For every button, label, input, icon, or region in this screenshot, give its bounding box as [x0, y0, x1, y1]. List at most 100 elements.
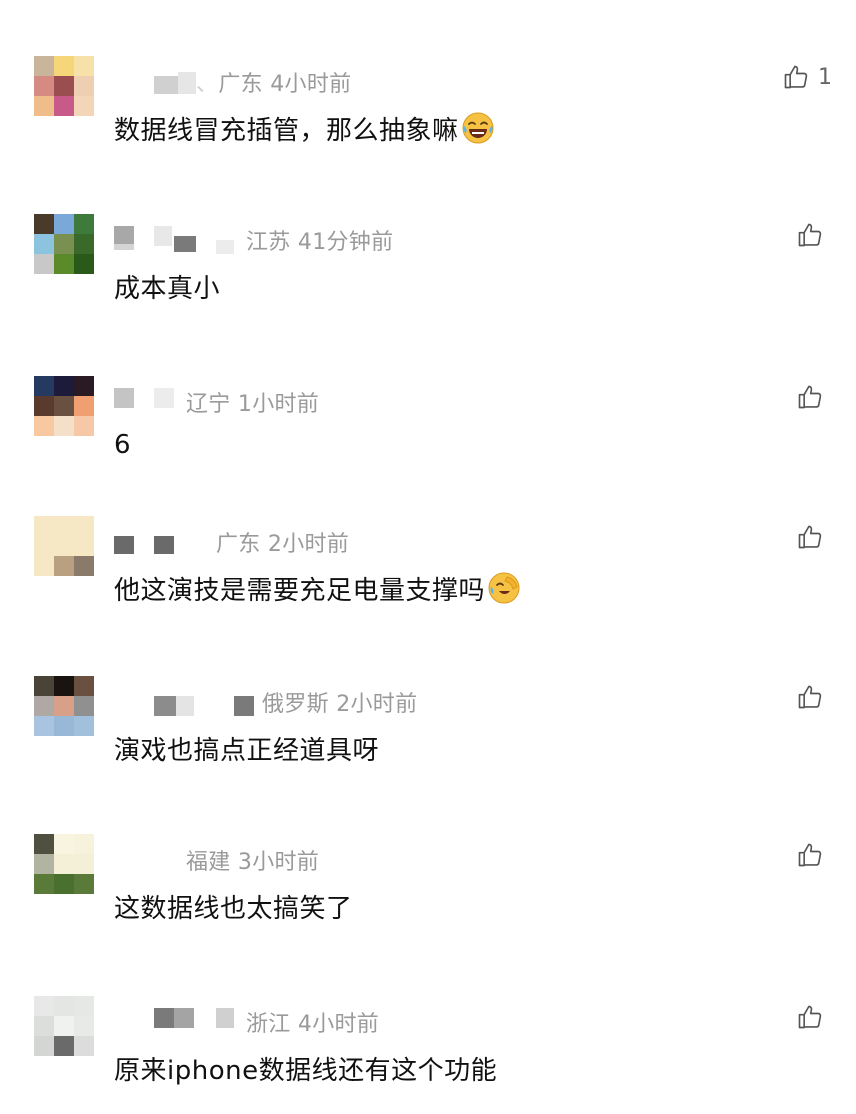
comment-text: 原来iphone数据线还有这个功能: [114, 1056, 498, 1086]
avatar-pixel: [54, 96, 74, 116]
username-redacted[interactable]: [150, 1008, 240, 1034]
avatar-pixel: [74, 396, 94, 416]
comment-item: 广东 2小时前 他这演技是需要充足电量支撑吗: [0, 516, 856, 671]
comment-item: 辽宁 1小时前 6: [0, 376, 856, 531]
avatar-pixel: [54, 1016, 74, 1036]
comment-text: 6: [114, 430, 132, 460]
thumbs-up-outline-icon: [798, 385, 822, 409]
thumbs-up-outline-icon: [798, 223, 822, 247]
avatar-pixel: [34, 874, 54, 894]
timestamp: 4小时前: [297, 1012, 380, 1037]
comment-item: 福建 3小时前 这数据线也太搞笑了: [0, 834, 856, 989]
laughing-crying-emoji: [462, 112, 494, 144]
avatar-pixel: [34, 396, 54, 416]
thumbs-up-outline-icon: [798, 525, 822, 549]
avatar-pixel: [54, 696, 74, 716]
comment-text: 这数据线也太搞笑了: [114, 894, 353, 924]
like-button[interactable]: [796, 522, 832, 552]
comment-meta: 福建 3小时前: [186, 844, 319, 876]
comment-meta: 俄罗斯 2小时前: [262, 686, 417, 718]
avatar[interactable]: [34, 676, 94, 736]
avatar-pixel: [34, 834, 54, 854]
avatar-pixel: [34, 854, 54, 874]
avatar-pixel: [54, 716, 74, 736]
avatar-pixel: [34, 56, 54, 76]
avatar-pixel: [74, 996, 94, 1016]
comment-item: 俄罗斯 2小时前 演戏也搞点正经道具呀: [0, 676, 856, 831]
comment-item: 、广东 4小时前 1 数据线冒充插管，那么抽象嘛: [0, 56, 856, 211]
comment-text: 成本真小: [114, 274, 221, 304]
username-redacted[interactable]: [112, 528, 182, 554]
avatar-pixel: [74, 676, 94, 696]
timestamp: 4小时前: [270, 72, 352, 97]
avatar-pixel: [34, 696, 54, 716]
avatar-pixel: [34, 234, 54, 254]
thumbs-up-outline-icon: [798, 843, 822, 867]
avatar-pixel: [34, 516, 54, 536]
comment-text: 数据线冒充插管，那么抽象嘛: [114, 110, 495, 147]
avatar-pixel: [74, 696, 94, 716]
avatar-pixel: [34, 996, 54, 1016]
location: 俄罗斯: [262, 692, 329, 717]
avatar-pixel: [54, 396, 74, 416]
username-redacted[interactable]: [112, 226, 242, 254]
avatar-pixel: [54, 76, 74, 96]
avatar-pixel: [74, 96, 94, 116]
timestamp: 3小时前: [237, 850, 320, 875]
like-button[interactable]: [796, 840, 832, 870]
username-redacted[interactable]: [112, 388, 182, 414]
avatar-pixel: [74, 716, 94, 736]
avatar-pixel: [54, 834, 74, 854]
avatar-pixel: [54, 234, 74, 254]
avatar-pixel: [34, 214, 54, 234]
avatar-pixel: [74, 56, 94, 76]
like-button[interactable]: 1: [782, 62, 832, 92]
thumbs-up-outline-icon: [784, 65, 808, 89]
avatar-pixel: [54, 556, 74, 576]
facepalm-laugh-emoji: [488, 572, 520, 604]
like-button[interactable]: [796, 682, 832, 712]
comment-meta: 浙江 4小时前: [246, 1006, 379, 1038]
avatar-pixel: [54, 854, 74, 874]
comment-meta: 、广东 4小时前: [196, 72, 352, 97]
avatar-pixel: [34, 376, 54, 396]
timestamp: 41分钟前: [297, 230, 394, 255]
avatar-pixel: [34, 76, 54, 96]
avatar-pixel: [34, 536, 54, 556]
avatar-pixel: [34, 1036, 54, 1056]
avatar-pixel: [54, 416, 74, 436]
avatar-pixel: [54, 254, 74, 274]
avatar-pixel: [74, 254, 94, 274]
avatar-pixel: [54, 536, 74, 556]
avatar-pixel: [54, 214, 74, 234]
like-button[interactable]: [796, 1002, 832, 1032]
avatar-pixel: [34, 96, 54, 116]
timestamp: 2小时前: [267, 532, 350, 557]
location: 江苏: [246, 230, 291, 255]
avatar-pixel: [74, 76, 94, 96]
avatar[interactable]: [34, 214, 94, 274]
avatar[interactable]: [34, 834, 94, 894]
avatar[interactable]: [34, 56, 94, 116]
comment-text: 演戏也搞点正经道具呀: [114, 736, 380, 766]
avatar[interactable]: [34, 996, 94, 1056]
avatar[interactable]: [34, 516, 94, 576]
comment-meta: 辽宁 1小时前: [186, 386, 319, 418]
like-button[interactable]: [796, 220, 832, 250]
avatar-pixel: [74, 874, 94, 894]
timestamp: 1小时前: [237, 392, 320, 417]
avatar-pixel: [74, 376, 94, 396]
avatar-pixel: [34, 676, 54, 696]
username-redacted[interactable]: [150, 688, 260, 716]
like-button[interactable]: [796, 382, 832, 412]
avatar[interactable]: [34, 376, 94, 436]
location: 浙江: [246, 1012, 291, 1037]
avatar-pixel: [34, 1016, 54, 1036]
comment-meta: 广东 2小时前: [216, 526, 349, 558]
thumbs-up-outline-icon: [798, 685, 822, 709]
avatar-pixel: [34, 254, 54, 274]
avatar-pixel: [74, 516, 94, 536]
avatar-pixel: [54, 874, 74, 894]
avatar-pixel: [34, 716, 54, 736]
avatar-pixel: [74, 536, 94, 556]
